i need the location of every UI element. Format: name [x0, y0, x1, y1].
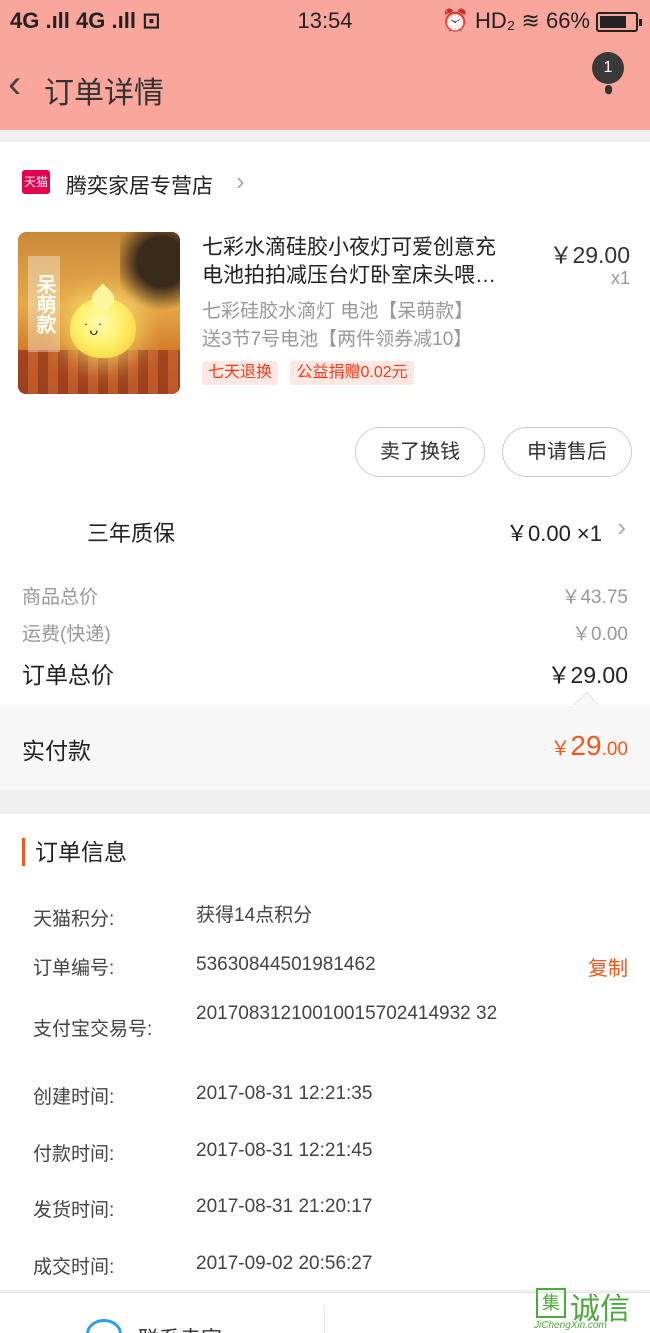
goods-total-label: 商品总价	[22, 587, 99, 608]
sell-button[interactable]: 卖了换钱	[355, 427, 485, 477]
paid-integer: 29	[570, 730, 602, 761]
goods-total-value: ￥43.75	[561, 587, 628, 608]
divider	[324, 1305, 325, 1333]
tmall-icon: 天猫	[22, 170, 50, 194]
info-key: 发货时间:	[33, 1200, 115, 1221]
contact-seller-button[interactable]: 联系卖家	[138, 1323, 222, 1333]
info-value: 53630844501981462	[196, 954, 376, 975]
product-image-tag: 呆萌款	[28, 256, 60, 352]
watermark-mark: 集	[536, 1288, 566, 1318]
paid-amount: ￥29.00	[550, 730, 628, 762]
info-value: 20170831210010015702414932 32	[196, 1003, 498, 1024]
warranty-price: ￥0.00 ×1	[505, 521, 602, 546]
info-value: 获得14点积分	[196, 905, 313, 926]
warranty-label: 三年质保	[87, 521, 176, 546]
page-title: 订单详情	[44, 77, 164, 110]
product-title[interactable]: 七彩水滴硅胶小夜灯可爱创意充 电池拍拍减压台灯卧室床头喂…	[202, 234, 534, 290]
header: ‹ 订单详情 1 •••	[0, 44, 650, 130]
order-item-card: 天猫 腾奕家居专营店 › 呆萌款 七彩水滴硅胶小夜灯可爱创意充 电池拍拍减压台灯…	[0, 142, 650, 498]
more-vertical-icon: •••	[594, 84, 624, 88]
store-name[interactable]: 腾奕家居专营店	[66, 170, 213, 200]
order-info-section: 订单信息 天猫积分: 获得14点积分 订单编号: 536308445019814…	[0, 814, 650, 1290]
status-bar: 4G .ıll 4G .ıll ⊡ 13:54 ⏰ HD₂ ≋ 66%	[0, 0, 650, 44]
status-icons: ⏰ HD₂ ≋ 66%	[441, 8, 590, 33]
shipping-label: 运费(快递)	[22, 624, 111, 645]
battery-icon	[596, 12, 642, 32]
product-price: ￥29.00	[549, 242, 630, 268]
chat-icon[interactable]	[86, 1319, 122, 1333]
product-image-lamp	[70, 298, 136, 358]
info-key: 成交时间:	[33, 1257, 115, 1278]
info-key: 订单编号:	[33, 958, 115, 979]
watermark-url: JiChengXin.com	[534, 1320, 607, 1331]
chevron-right-icon: ›	[617, 512, 626, 542]
info-key: 天猫积分:	[33, 909, 115, 930]
paid-currency: ￥	[550, 738, 571, 760]
info-value: 2017-09-02 20:56:27	[196, 1253, 373, 1274]
service-tags: 七天退换 公益捐赠0.02元	[202, 361, 422, 385]
notification-badge: 1	[592, 52, 624, 84]
info-key: 付款时间:	[33, 1144, 115, 1165]
product-sku-line1: 七彩硅胶水滴灯 电池【呆萌款】	[202, 301, 474, 322]
product-sku: 七彩硅胶水滴灯 电池【呆萌款】 送3节7号电池【两件领券减10】	[202, 298, 532, 354]
product-quantity: x1	[610, 268, 630, 288]
paid-decimal: .00	[601, 739, 628, 760]
product-title-line1: 七彩水滴硅胶小夜灯可爱创意充	[202, 236, 496, 259]
shipping-value: ￥0.00	[572, 624, 628, 645]
more-button[interactable]: 1 •••	[590, 48, 630, 108]
watermark-logo: 集 诚信 JiChengXin.com	[532, 1284, 650, 1333]
order-total-value: ￥29.00	[547, 662, 628, 688]
paid-label: 实付款	[22, 738, 91, 764]
tag-return: 七天退换	[202, 361, 279, 385]
paid-row: 实付款 ￥29.00	[0, 706, 650, 790]
copy-button[interactable]: 复制	[588, 952, 628, 981]
warranty-row[interactable]: 三年质保 ￥0.00 ×1 ›	[0, 498, 650, 564]
product-image[interactable]: 呆萌款	[18, 232, 180, 394]
price-summary: 商品总价 ￥43.75 运费(快递) ￥0.00 订单总价 ￥29.00	[0, 564, 650, 718]
info-key: 支付宝交易号:	[33, 1019, 153, 1040]
info-key: 创建时间:	[33, 1087, 115, 1108]
chevron-right-icon[interactable]: ›	[236, 166, 245, 197]
after-sale-button[interactable]: 申请售后	[502, 427, 632, 477]
order-total-label: 订单总价	[22, 662, 114, 688]
product-sku-line2: 送3节7号电池【两件领券减10】	[202, 329, 473, 350]
section-title: 订单信息	[22, 838, 127, 866]
info-value: 2017-08-31 21:20:17	[196, 1196, 373, 1217]
product-title-line2: 电池拍拍减压台灯卧室床头喂…	[202, 264, 496, 287]
back-icon[interactable]: ‹	[8, 64, 40, 108]
info-value: 2017-08-31 12:21:45	[196, 1140, 373, 1161]
info-value: 2017-08-31 12:21:35	[196, 1083, 373, 1104]
tag-charity: 公益捐赠0.02元	[290, 361, 414, 385]
